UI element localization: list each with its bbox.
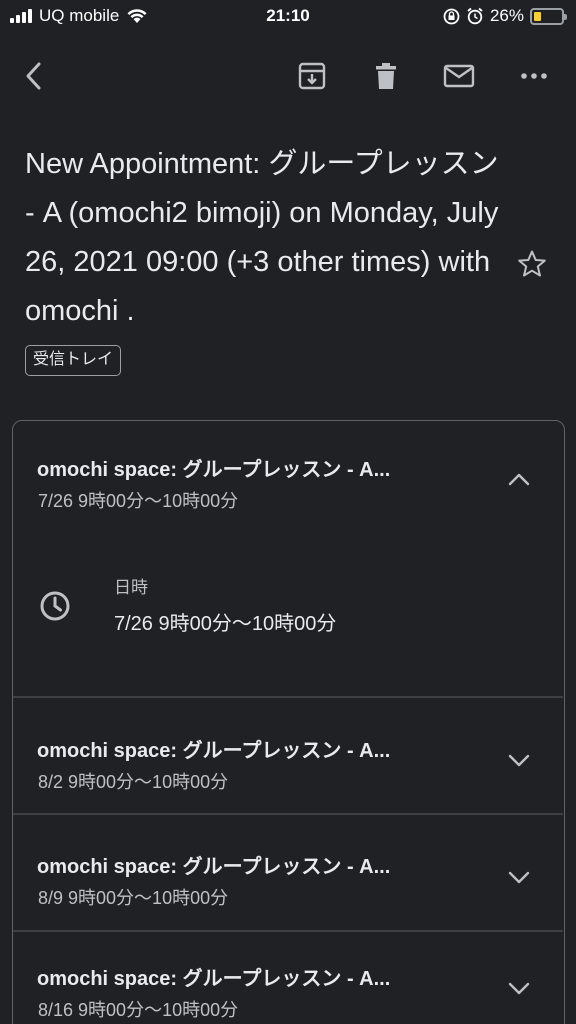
appointment-item-1[interactable]: omochi space: グループレッスン - A... 7/26 9時00分… <box>13 421 563 696</box>
mark-unread-button[interactable] <box>437 54 481 98</box>
appointment-item-4[interactable]: omochi space: グループレッスン - A... 8/16 9時00分… <box>13 932 563 1024</box>
appointment-title: omochi space: グループレッスン - A... <box>37 459 391 481</box>
appointments-card: omochi space: グループレッスン - A... 7/26 9時00分… <box>12 420 565 1024</box>
appointment-time: 8/16 9時00分〜10時00分 <box>38 1000 239 1020</box>
alarm-icon <box>467 7 483 25</box>
expand-button[interactable] <box>505 747 533 775</box>
datetime-value: 7/26 9時00分〜10時00分 <box>114 613 337 635</box>
delete-button[interactable] <box>364 54 408 98</box>
expand-button[interactable] <box>505 864 533 892</box>
appointment-item-2[interactable]: omochi space: グループレッスン - A... 8/2 9時00分〜… <box>13 698 563 813</box>
inbox-label-chip[interactable]: 受信トレイ <box>25 345 122 376</box>
chevron-down-icon <box>508 982 530 995</box>
chevron-up-icon <box>508 473 530 486</box>
chevron-down-icon <box>508 871 530 884</box>
toolbar <box>0 44 576 104</box>
more-options-button[interactable] <box>512 54 556 98</box>
chevron-down-icon <box>508 754 530 767</box>
collapse-button[interactable] <box>505 465 533 493</box>
clock-icon <box>37 588 73 624</box>
appointment-time: 7/26 9時00分〜10時00分 <box>38 491 239 511</box>
status-right: 26% <box>443 6 567 26</box>
status-bar: UQ mobile 21:10 26% <box>0 0 576 34</box>
battery-icon <box>530 7 567 25</box>
battery-percent: 26% <box>489 6 524 25</box>
appointment-time: 8/2 9時00分〜10時00分 <box>38 772 229 792</box>
archive-button[interactable] <box>290 54 334 98</box>
mail-icon <box>443 64 475 88</box>
back-button[interactable] <box>12 54 56 98</box>
lock-rotation-icon <box>443 8 460 24</box>
appointment-title: omochi space: グループレッスン - A... <box>37 740 391 762</box>
star-icon <box>518 250 546 277</box>
more-icon <box>521 73 547 79</box>
datetime-label: 日時 <box>114 578 148 597</box>
appointment-item-3[interactable]: omochi space: グループレッスン - A... 8/9 9時00分〜… <box>13 815 563 930</box>
archive-icon <box>298 62 326 90</box>
expand-button[interactable] <box>505 975 533 1003</box>
star-button[interactable] <box>514 246 550 282</box>
appointment-time: 8/9 9時00分〜10時00分 <box>38 888 229 908</box>
back-arrow-icon <box>26 62 41 90</box>
email-subject: New Appointment: グループレッスン - A (omochi2 b… <box>25 148 499 327</box>
appointment-title: omochi space: グループレッスン - A... <box>37 968 391 990</box>
battery-fill <box>534 11 541 21</box>
appointment-title: omochi space: グループレッスン - A... <box>37 856 391 878</box>
trash-icon <box>376 63 396 89</box>
